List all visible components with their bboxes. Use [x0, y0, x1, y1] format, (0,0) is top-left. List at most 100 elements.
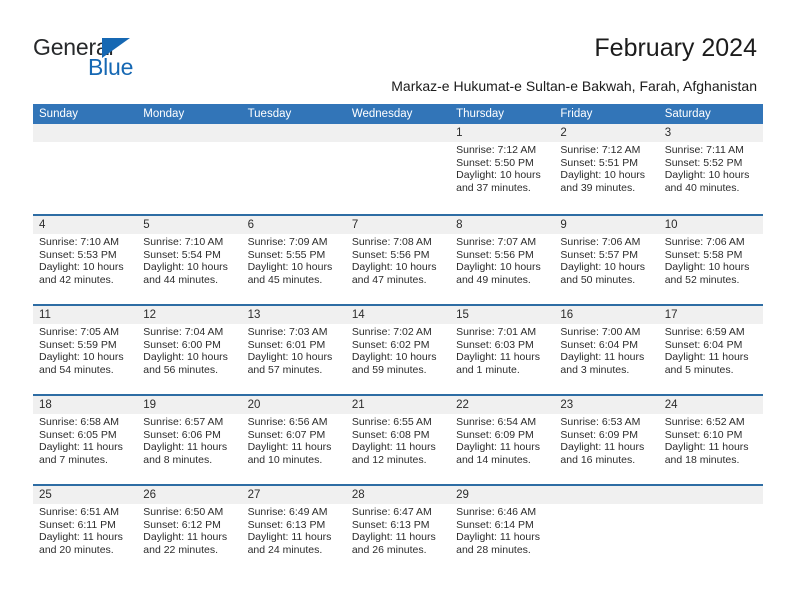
day-number: 4 — [39, 219, 46, 231]
calendar-day-cell[interactable]: 20 Sunrise: 6:56 AM Sunset: 6:07 PM Dayligh… — [242, 396, 346, 484]
sunset-text: Sunset: 6:14 PM — [456, 518, 534, 531]
sunrise-text: Sunrise: 7:10 AM — [39, 236, 119, 248]
sunset-text: Sunset: 6:09 PM — [560, 428, 639, 441]
sunset-text: Sunset: 6:01 PM — [247, 338, 326, 351]
day-number — [560, 486, 652, 504]
day-number: 25 — [39, 489, 52, 501]
calendar-day-cell[interactable]: 11 Sunrise: 7:05 AM Sunset: 5:59 PM Dayligh… — [33, 306, 137, 394]
calendar-week-row: 25 Sunrise: 6:51 AM Sunset: 6:11 PM Dayligh… — [33, 484, 763, 574]
calendar-day-cell[interactable]: 4 Sunrise: 7:10 AM Sunset: 5:53 PM Daylight… — [33, 216, 137, 304]
day-number: 3 — [664, 127, 672, 139]
calendar-day-cell[interactable]: 8 Sunrise: 7:07 AM Sunset: 5:56 PM Daylight… — [450, 216, 554, 304]
day-number: 17 — [664, 309, 678, 321]
day-details: Sunrise: 7:10 AM Sunset: 5:54 PM Daylight:… — [143, 236, 235, 286]
day-number: 14 — [351, 309, 365, 321]
sunrise-text: Sunrise: 7:07 AM — [456, 236, 537, 248]
day-details: Sunrise: 6:47 AM Sunset: 6:13 PM Daylight:… — [352, 506, 444, 556]
calendar-day-cell[interactable]: 19 Sunrise: 6:57 AM Sunset: 6:06 PM Dayligh… — [137, 396, 241, 484]
calendar-day-cell[interactable]: 25 Sunrise: 6:51 AM Sunset: 6:11 PM Dayligh… — [33, 486, 137, 574]
sunrise-text: Sunrise: 6:46 AM — [456, 506, 537, 518]
day-number: 29 — [456, 489, 469, 501]
calendar-day-cell[interactable]: 21 Sunrise: 6:55 AM Sunset: 6:08 PM Dayligh… — [346, 396, 450, 484]
calendar-week-row: 4 Sunrise: 7:10 AM Sunset: 5:53 PM Daylight… — [33, 214, 763, 304]
daylight-text: Daylight: 11 hours and 24 minutes. — [247, 531, 332, 556]
generalblue-logo[interactable]: General Blue — [33, 35, 213, 83]
day-details: Sunrise: 6:52 AM Sunset: 6:10 PM Daylight:… — [665, 416, 757, 466]
day-details: Sunrise: 6:57 AM Sunset: 6:06 PM Daylight:… — [143, 416, 235, 466]
calendar-day-cell[interactable]: 7 Sunrise: 7:08 AM Sunset: 5:56 PM Daylight… — [346, 216, 450, 304]
calendar-day-cell[interactable]: 17 Sunrise: 6:59 AM Sunset: 6:04 PM Dayligh… — [659, 306, 763, 394]
sunrise-text: Sunrise: 6:57 AM — [143, 416, 224, 428]
sunset-text: Sunset: 6:02 PM — [351, 338, 430, 351]
sunrise-text: Sunrise: 6:58 AM — [39, 416, 119, 428]
day-number — [665, 486, 757, 504]
day-number: 16 — [560, 309, 574, 321]
daylight-text: Daylight: 10 hours and 54 minutes. — [39, 351, 124, 376]
day-number: 26 — [143, 489, 157, 501]
sunrise-text: Sunrise: 6:54 AM — [456, 416, 537, 428]
sunrise-text: Sunrise: 7:12 AM — [560, 144, 641, 156]
sunrise-text: Sunrise: 7:09 AM — [247, 236, 328, 248]
calendar-week-row: 1 Sunrise: 7:12 AM Sunset: 5:50 PM Daylight… — [33, 124, 763, 214]
calendar-day-cell[interactable]: 10 Sunrise: 7:06 AM Sunset: 5:58 PM Dayligh… — [659, 216, 763, 304]
day-number: 23 — [560, 399, 574, 411]
calendar-day-cell[interactable]: 23 Sunrise: 6:53 AM Sunset: 6:09 PM Dayligh… — [554, 396, 658, 484]
day-number: 7 — [351, 219, 359, 231]
day-details: Sunrise: 7:10 AM Sunset: 5:53 PM Daylight:… — [39, 236, 131, 286]
day-details: Sunrise: 7:03 AM Sunset: 6:01 PM Daylight:… — [248, 326, 340, 376]
sunrise-text: Sunrise: 7:06 AM — [664, 236, 745, 248]
day-number: 21 — [351, 399, 365, 411]
day-details: Sunrise: 6:54 AM Sunset: 6:09 PM Daylight:… — [456, 416, 548, 466]
sunrise-text: Sunrise: 6:55 AM — [351, 416, 432, 428]
calendar-grid: Sunday Monday Tuesday Wednesday Thursday Frid… — [33, 104, 763, 574]
calendar-day-cell[interactable]: 16 Sunrise: 7:00 AM Sunset: 6:04 PM Dayligh… — [554, 306, 658, 394]
calendar-day-cell[interactable]: 5 Sunrise: 7:10 AM Sunset: 5:54 PM Daylight… — [137, 216, 241, 304]
calendar-day-cell[interactable]: 18 Sunrise: 6:58 AM Sunset: 6:05 PM Dayligh… — [33, 396, 137, 484]
daylight-text: Daylight: 10 hours and 49 minutes. — [456, 261, 541, 286]
daylight-text: Daylight: 11 hours and 18 minutes. — [664, 441, 749, 466]
calendar-day-cell[interactable]: 14 Sunrise: 7:02 AM Sunset: 6:02 PM Dayligh… — [346, 306, 450, 394]
daylight-text: Daylight: 11 hours and 5 minutes. — [664, 351, 749, 376]
calendar-day-cell[interactable]: 28 Sunrise: 6:47 AM Sunset: 6:13 PM Dayligh… — [346, 486, 450, 574]
calendar-day-cell[interactable]: 15 Sunrise: 7:01 AM Sunset: 6:03 PM Dayligh… — [450, 306, 554, 394]
sunset-text: Sunset: 5:59 PM — [39, 338, 117, 351]
calendar-day-cell[interactable]: 22 Sunrise: 6:54 AM Sunset: 6:09 PM Dayligh… — [450, 396, 554, 484]
sunset-text: Sunset: 5:56 PM — [351, 248, 430, 261]
day-details: Sunrise: 7:09 AM Sunset: 5:55 PM Daylight:… — [248, 236, 340, 286]
logo-text-blue: Blue — [88, 54, 134, 80]
sunset-text: Sunset: 6:04 PM — [560, 338, 639, 351]
day-number: 24 — [664, 399, 678, 411]
daylight-text: Daylight: 10 hours and 47 minutes. — [351, 261, 437, 286]
calendar-day-cell[interactable]: 13 Sunrise: 7:03 AM Sunset: 6:01 PM Dayligh… — [242, 306, 346, 394]
daylight-text: Daylight: 10 hours and 44 minutes. — [143, 261, 228, 286]
day-details: Sunrise: 7:02 AM Sunset: 6:02 PM Daylight:… — [352, 326, 444, 376]
calendar-day-cell[interactable]: 27 Sunrise: 6:49 AM Sunset: 6:13 PM Dayligh… — [242, 486, 346, 574]
sunset-text: Sunset: 5:50 PM — [456, 156, 534, 169]
day-details: Sunrise: 7:06 AM Sunset: 5:58 PM Daylight:… — [665, 236, 757, 286]
day-number: 13 — [247, 309, 261, 321]
calendar-day-cell[interactable]: 26 Sunrise: 6:50 AM Sunset: 6:12 PM Dayligh… — [137, 486, 241, 574]
calendar-day-cell[interactable]: 12 Sunrise: 7:04 AM Sunset: 6:00 PM Dayligh… — [137, 306, 241, 394]
day-details: Sunrise: 6:53 AM Sunset: 6:09 PM Daylight:… — [560, 416, 652, 466]
calendar-day-cell[interactable]: 1 Sunrise: 7:12 AM Sunset: 5:50 PM Daylight… — [450, 124, 554, 214]
day-details: Sunrise: 6:49 AM Sunset: 6:13 PM Daylight:… — [248, 506, 340, 556]
sunrise-text: Sunrise: 7:06 AM — [560, 236, 641, 248]
daylight-text: Daylight: 11 hours and 1 minute. — [456, 351, 540, 376]
sunrise-text: Sunrise: 6:51 AM — [39, 506, 119, 518]
day-details: Sunrise: 7:07 AM Sunset: 5:56 PM Daylight:… — [456, 236, 548, 286]
weekday-header-tuesday: Tuesday — [247, 108, 292, 120]
daylight-text: Daylight: 10 hours and 42 minutes. — [39, 261, 124, 286]
calendar-day-cell[interactable]: 2 Sunrise: 7:12 AM Sunset: 5:51 PM Daylight… — [554, 124, 658, 214]
daylight-text: Daylight: 10 hours and 39 minutes. — [560, 169, 646, 194]
calendar-day-cell[interactable]: 24 Sunrise: 6:52 AM Sunset: 6:10 PM Dayligh… — [659, 396, 763, 484]
calendar-day-cell[interactable]: 29 Sunrise: 6:46 AM Sunset: 6:14 PM Dayligh… — [450, 486, 554, 574]
sunrise-text: Sunrise: 6:52 AM — [664, 416, 745, 428]
calendar-day-cell[interactable]: 3 Sunrise: 7:11 AM Sunset: 5:52 PM Daylight… — [659, 124, 763, 214]
daylight-text: Daylight: 11 hours and 3 minutes. — [560, 351, 645, 376]
sunset-text: Sunset: 5:56 PM — [456, 248, 534, 261]
calendar-day-cell[interactable]: 6 Sunrise: 7:09 AM Sunset: 5:55 PM Daylight… — [242, 216, 346, 304]
day-number: 28 — [351, 489, 365, 501]
day-number: 19 — [143, 399, 157, 411]
calendar-day-cell[interactable]: 9 Sunrise: 7:06 AM Sunset: 5:57 PM Daylight… — [554, 216, 658, 304]
daylight-text: Daylight: 11 hours and 26 minutes. — [351, 531, 436, 556]
